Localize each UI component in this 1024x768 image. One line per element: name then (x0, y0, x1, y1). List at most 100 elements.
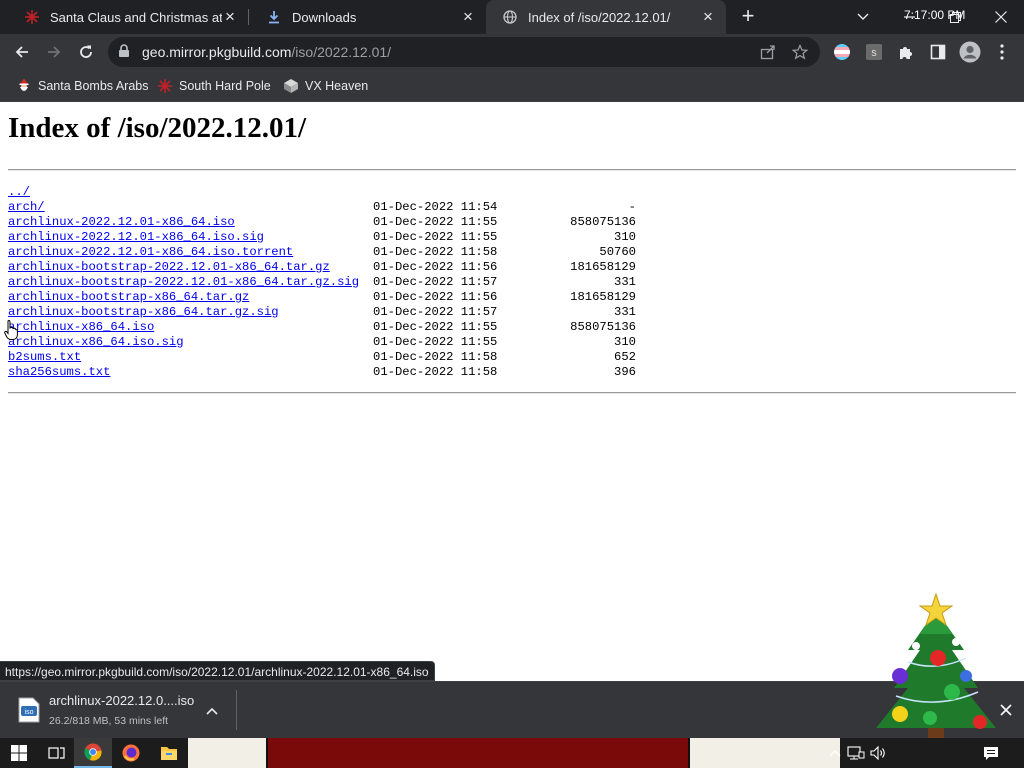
file-link[interactable]: archlinux-2022.12.01-x86_64.iso (8, 215, 235, 230)
url-host: geo.mirror.pkgbuild.com (142, 44, 292, 60)
network-icon[interactable] (844, 746, 868, 760)
file-link[interactable]: archlinux-bootstrap-2022.12.01-x86_64.ta… (8, 260, 330, 275)
file-link[interactable]: archlinux-bootstrap-x86_64.tar.gz (8, 290, 249, 305)
notification-center-icon[interactable] (972, 738, 1010, 768)
tab-downloads[interactable]: Downloads × (250, 0, 486, 34)
svg-text:s: s (871, 47, 877, 59)
santa-icon (16, 78, 32, 94)
forward-button[interactable] (40, 38, 68, 66)
table-row: archlinux-x86_64.iso 01-Dec-2022 11:55 8… (8, 320, 648, 335)
bottom-divider (8, 392, 1016, 394)
bookmark-label: VX Heaven (305, 79, 369, 93)
iso-file-icon: iso (18, 697, 40, 723)
bookmark-label: Santa Bombs Arabs (38, 79, 149, 93)
file-size: 50760 (599, 245, 636, 259)
svg-text:iso: iso (25, 709, 34, 716)
table-row: archlinux-bootstrap-x86_64.tar.gz 01-Dec… (8, 290, 648, 305)
file-date: 01-Dec-2022 11:56 (373, 260, 498, 274)
extensions-puzzle-icon[interactable] (892, 38, 920, 66)
bookmarks-bar: Santa Bombs Arabs South Hard Pole VX Hea… (0, 70, 1024, 102)
download-progress-text: 26.2/818 MB, 53 mins left (49, 715, 169, 727)
extension-s-icon[interactable]: s (860, 38, 888, 66)
table-row: b2sums.txt 01-Dec-2022 11:58 652 (8, 350, 648, 365)
tab-search-icon[interactable] (840, 0, 886, 34)
file-size: 652 (614, 350, 636, 364)
firefox-icon[interactable] (112, 738, 150, 768)
side-panel-icon[interactable] (924, 38, 952, 66)
chevron-up-icon[interactable] (202, 701, 222, 721)
reload-button[interactable] (72, 38, 100, 66)
file-size: 396 (614, 365, 636, 379)
lock-icon[interactable] (118, 44, 130, 63)
file-link[interactable]: archlinux-bootstrap-2022.12.01-x86_64.ta… (8, 275, 359, 290)
extension-flag-icon[interactable] (828, 38, 856, 66)
christmas-tree-decoration (868, 592, 1004, 738)
file-size: 331 (614, 275, 636, 289)
table-row: archlinux-2022.12.01-x86_64.iso 01-Dec-2… (8, 215, 648, 230)
windows-start-icon[interactable] (0, 738, 38, 768)
file-date: 01-Dec-2022 11:57 (373, 305, 498, 319)
file-date: 01-Dec-2022 11:55 (373, 335, 498, 349)
file-date: 01-Dec-2022 11:58 (373, 350, 498, 364)
url-path: /iso/2022.12.01/ (291, 44, 392, 60)
close-tab-icon[interactable]: × (460, 8, 476, 25)
file-explorer-icon[interactable] (150, 738, 188, 768)
tab-strip: Santa Claus and Christmas at the × Downl… (0, 0, 1024, 34)
back-button[interactable] (8, 38, 36, 66)
tab-title: Santa Claus and Christmas at the (50, 9, 222, 25)
table-row: arch/ 01-Dec-2022 11:54 - (8, 200, 648, 215)
file-link[interactable]: b2sums.txt (8, 350, 81, 365)
bookmark-santa-bombs[interactable]: Santa Bombs Arabs (16, 76, 148, 96)
file-link[interactable]: archlinux-x86_64.iso.sig (8, 335, 184, 350)
close-window-button[interactable] (978, 0, 1024, 34)
vx-heaven-icon (283, 78, 299, 94)
bookmark-label: South Hard Pole (179, 79, 271, 93)
toolbar: geo.mirror.pkgbuild.com/iso/2022.12.01/ … (0, 34, 1024, 70)
file-size: 310 (614, 335, 636, 349)
profile-avatar-icon[interactable] (956, 38, 984, 66)
table-row: archlinux-bootstrap-2022.12.01-x86_64.ta… (8, 260, 648, 275)
bookmark-vx-heaven[interactable]: VX Heaven (283, 76, 368, 96)
file-link[interactable]: arch/ (8, 200, 45, 215)
table-row: archlinux-2022.12.01-x86_64.iso.torrent … (8, 245, 648, 260)
file-size: 310 (614, 230, 636, 244)
table-row: archlinux-bootstrap-x86_64.tar.gz.sig 01… (8, 305, 648, 320)
file-date: 01-Dec-2022 11:57 (373, 275, 498, 289)
file-date: 01-Dec-2022 11:58 (373, 365, 498, 379)
file-link[interactable]: archlinux-x86_64.iso (8, 320, 154, 335)
task-view-icon[interactable] (38, 738, 76, 768)
file-size: 858075136 (570, 215, 636, 229)
table-row: archlinux-bootstrap-2022.12.01-x86_64.ta… (8, 275, 648, 290)
download-filename: archlinux-2022.12.0....iso (49, 693, 195, 708)
close-tab-icon[interactable]: × (222, 8, 238, 25)
tab-title: Index of /iso/2022.12.01/ (528, 9, 671, 25)
tab-index-of-iso[interactable]: Index of /iso/2022.12.01/ × (486, 0, 726, 34)
file-date: 01-Dec-2022 11:54 (373, 200, 498, 214)
file-link[interactable]: archlinux-bootstrap-x86_64.tar.gz.sig (8, 305, 279, 320)
file-link[interactable]: archlinux-2022.12.01-x86_64.iso.sig (8, 230, 264, 245)
file-listing: ../ arch/ 01-Dec-2022 11:54 - archlinux-… (8, 185, 648, 380)
file-link[interactable]: ../ (8, 185, 30, 200)
chevron-up-icon[interactable] (826, 749, 844, 757)
share-icon[interactable] (758, 42, 778, 62)
download-divider (236, 690, 237, 730)
table-row: archlinux-x86_64.iso.sig 01-Dec-2022 11:… (8, 335, 648, 350)
file-size: 181658129 (570, 260, 636, 274)
chrome-icon[interactable] (74, 738, 112, 768)
menu-kebab-icon[interactable] (988, 38, 1016, 66)
new-tab-button[interactable]: + (736, 5, 760, 29)
red-snowflake-icon (157, 78, 173, 94)
file-link[interactable]: archlinux-2022.12.01-x86_64.iso.torrent (8, 245, 293, 260)
file-size: 858075136 (570, 320, 636, 334)
taskbar-clock[interactable]: 7:17:00 PM (904, 0, 965, 30)
bookmark-south-hard-pole[interactable]: South Hard Pole (157, 76, 271, 96)
link-status-bubble: https://geo.mirror.pkgbuild.com/iso/2022… (0, 661, 435, 681)
address-bar[interactable]: geo.mirror.pkgbuild.com/iso/2022.12.01/ (108, 37, 820, 67)
close-tab-icon[interactable]: × (700, 8, 716, 25)
table-row: sha256sums.txt 01-Dec-2022 11:58 396 (8, 365, 648, 380)
file-date: 01-Dec-2022 11:56 (373, 290, 498, 304)
file-link[interactable]: sha256sums.txt (8, 365, 110, 380)
bookmark-star-icon[interactable] (790, 42, 810, 62)
tab-santa-claus[interactable]: Santa Claus and Christmas at the × (8, 0, 248, 34)
volume-icon[interactable] (868, 746, 890, 760)
